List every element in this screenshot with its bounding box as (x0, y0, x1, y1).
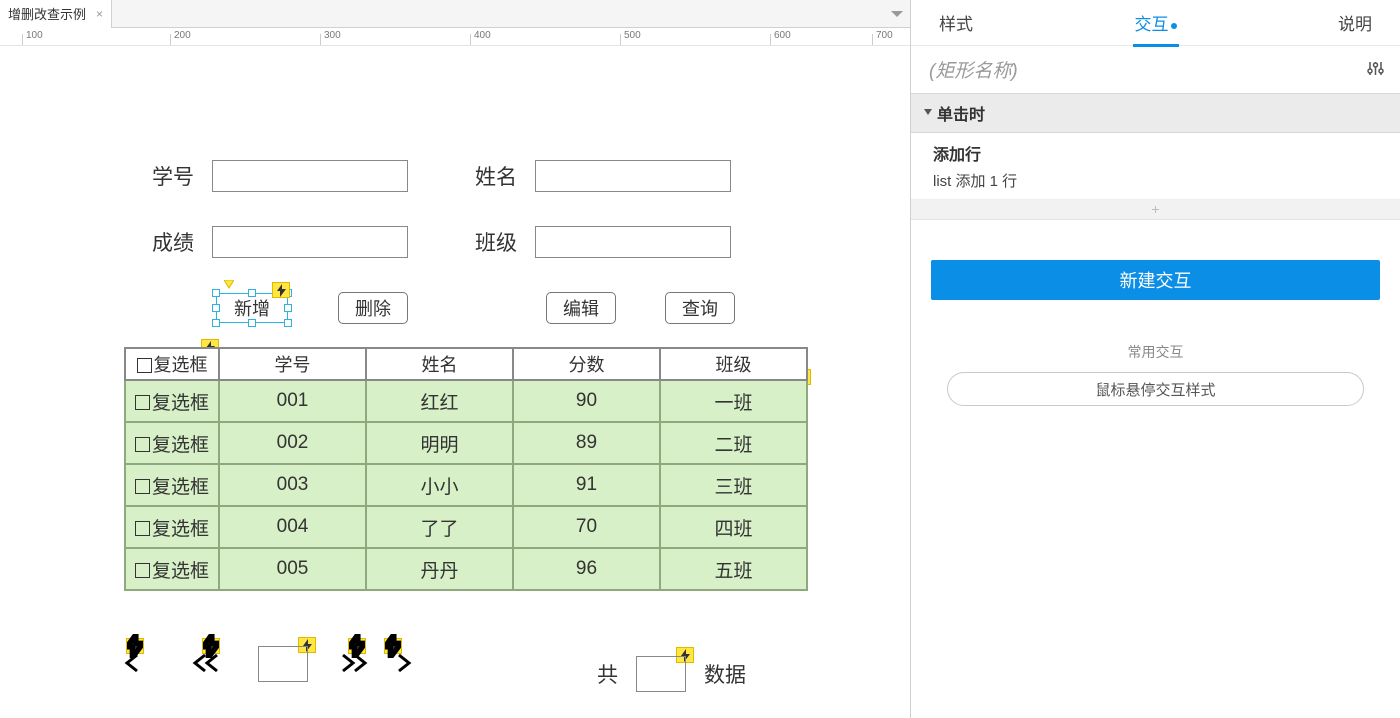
bolt-icon (384, 638, 402, 654)
event-onclick-header[interactable]: 单击时 (911, 93, 1400, 133)
table-row[interactable]: 复选框004了了70四班 (125, 506, 807, 548)
pager-page-input[interactable] (258, 646, 308, 682)
caret-down-icon (923, 104, 933, 122)
checkbox-icon[interactable] (135, 563, 150, 578)
checkbox-icon[interactable] (135, 479, 150, 494)
bolt-icon (126, 638, 144, 654)
label-name: 姓名 (467, 161, 517, 191)
pager-total-suffix: 数据 (704, 659, 746, 689)
query-button[interactable]: 查询 (665, 292, 735, 324)
resize-handle[interactable] (248, 319, 256, 327)
delete-button[interactable]: 删除 (338, 292, 408, 324)
tab-style[interactable]: 样式 (937, 10, 975, 35)
inspector-tabs: 样式 交互 说明 (911, 0, 1400, 46)
table-header-row: 复选框 学号 姓名 分数 班级 (125, 348, 807, 380)
checkbox-icon[interactable] (137, 358, 152, 373)
edit-button[interactable]: 编辑 (546, 292, 616, 324)
resize-handle[interactable] (248, 289, 256, 297)
page-tab[interactable]: 增删改查示例 × (0, 0, 112, 28)
dot-icon (1171, 23, 1177, 29)
inspector-panel: 样式 交互 说明 (矩形名称) 单击时 添加行 list 添加 1 行 + 新建… (910, 0, 1400, 718)
input-id[interactable] (212, 160, 408, 192)
label-id: 学号 (144, 161, 194, 191)
pager-first-button[interactable] (120, 651, 146, 678)
tab-notes[interactable]: 说明 (1336, 10, 1374, 35)
checkbox-icon[interactable] (135, 521, 150, 536)
pager-prev-button[interactable] (188, 651, 226, 678)
table-row[interactable]: 复选框005丹丹96五班 (125, 548, 807, 590)
data-table[interactable]: 复选框 学号 姓名 分数 班级 复选框001红红90一班复选框002明明89二班… (124, 347, 808, 591)
footnote-marker-icon (224, 277, 234, 293)
input-score[interactable] (212, 226, 408, 258)
pager-total-prefix: 共 (597, 659, 618, 689)
ruler: 100 200 300 400 500 600 700 (0, 28, 910, 46)
tab-interactions[interactable]: 交互 (1133, 10, 1179, 35)
resize-handle[interactable] (284, 304, 292, 312)
pager-last-button[interactable] (390, 651, 416, 678)
input-class[interactable] (535, 226, 731, 258)
checkbox-icon[interactable] (135, 437, 150, 452)
bolt-icon (348, 638, 366, 654)
add-action-button[interactable]: + (911, 200, 1400, 220)
resize-handle[interactable] (284, 319, 292, 327)
table-row[interactable]: 复选框001红红90一班 (125, 380, 807, 422)
new-interaction-button[interactable]: 新建交互 (931, 260, 1380, 300)
widget-name-input[interactable]: (矩形名称) (929, 56, 1367, 83)
pager-total-input[interactable] (636, 656, 686, 692)
resize-handle[interactable] (212, 289, 220, 297)
checkbox-icon[interactable] (135, 395, 150, 410)
bolt-icon (272, 282, 290, 298)
design-stage[interactable]: 学号 姓名 成绩 班级 新增 (0, 46, 910, 718)
pager-next-button[interactable] (334, 651, 372, 678)
resize-handle[interactable] (212, 319, 220, 327)
tab-bar: 增删改查示例 × (0, 0, 910, 28)
tab-title: 增删改查示例 (8, 4, 86, 23)
tab-dropdown-icon[interactable] (890, 6, 904, 22)
table-row[interactable]: 复选框003小小91三班 (125, 464, 807, 506)
label-score: 成绩 (144, 227, 194, 257)
table-row[interactable]: 复选框002明明89二班 (125, 422, 807, 464)
common-interactions-label: 常用交互 (911, 342, 1400, 362)
canvas-area: 增删改查示例 × 100 200 300 400 500 600 700 学号 (0, 0, 910, 718)
sliders-icon[interactable] (1367, 60, 1384, 80)
action-add-row[interactable]: 添加行 list 添加 1 行 (911, 133, 1400, 200)
bolt-icon (202, 638, 220, 654)
label-class: 班级 (467, 227, 517, 257)
close-icon[interactable]: × (96, 7, 103, 21)
resize-handle[interactable] (212, 304, 220, 312)
hover-style-button[interactable]: 鼠标悬停交互样式 (947, 372, 1364, 406)
input-name[interactable] (535, 160, 731, 192)
